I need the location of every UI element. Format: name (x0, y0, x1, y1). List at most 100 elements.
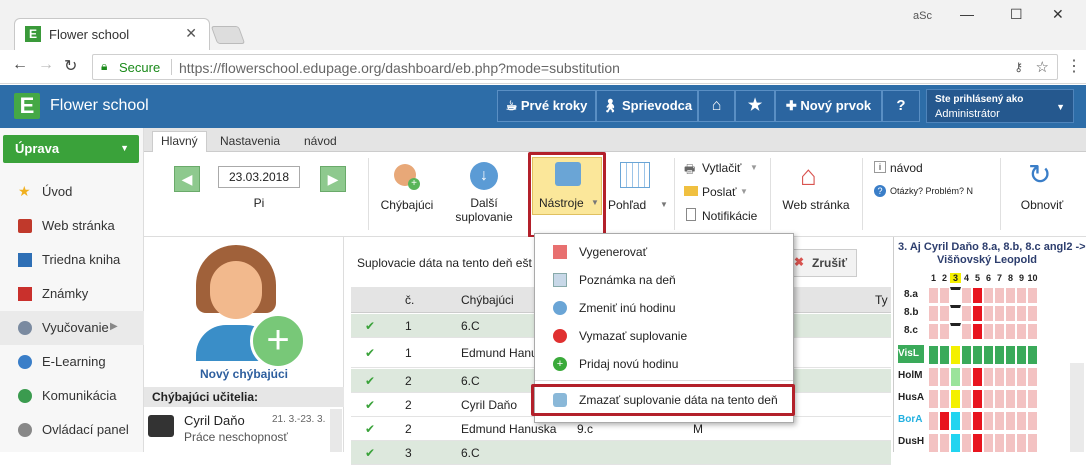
timetable-cell[interactable] (983, 433, 994, 453)
guide-link[interactable]: i návod (874, 160, 974, 178)
timetable-cell[interactable] (994, 287, 1005, 304)
timetable-cell[interactable] (961, 305, 972, 322)
timetable-cell[interactable] (1016, 433, 1027, 453)
timetable-cell[interactable] (939, 367, 950, 387)
timetable-cell[interactable] (983, 305, 994, 322)
table-row[interactable]: ✔ 3 6.C (351, 441, 891, 465)
key-icon[interactable]: ⚷ (1014, 60, 1023, 74)
menu-item-change-lesson[interactable]: Zmeniť inú hodinu (535, 294, 793, 322)
menu-item-generate[interactable]: Vygenerovať (535, 238, 793, 266)
timetable-cell[interactable] (1016, 287, 1027, 304)
next-day-button[interactable]: ▶ (320, 166, 346, 192)
timetable-cell[interactable] (1016, 345, 1027, 365)
sidebar-item-control-panel[interactable]: Ovládací panel (0, 413, 144, 447)
timetable-cell[interactable] (939, 411, 950, 431)
timetable-cell[interactable] (1027, 287, 1038, 304)
timetable-cell[interactable] (972, 411, 983, 431)
url-field[interactable]: 🔒︎ Secure https://flowerschool.edupage.o… (92, 54, 1058, 80)
timetable-cell[interactable] (961, 367, 972, 387)
timetable-cell[interactable] (928, 389, 939, 409)
question-link[interactable]: ? Otázky? Problém? N (874, 184, 984, 200)
timetable-cell[interactable] (928, 367, 939, 387)
timetable-cell[interactable] (1005, 433, 1016, 453)
timetable-cell[interactable] (939, 433, 950, 453)
timetable-cell[interactable] (983, 367, 994, 387)
timetable-cell[interactable] (1016, 367, 1027, 387)
tab-guide[interactable]: návod (296, 132, 345, 150)
tab-main[interactable]: Hlavný (152, 131, 207, 153)
favorites-button[interactable]: ★ (735, 90, 775, 122)
notifications-button[interactable]: Notifikácie (684, 208, 764, 226)
home-button[interactable]: ⌂ (698, 90, 735, 122)
menu-item-day-note[interactable]: Poznámka na deň (535, 266, 793, 294)
reload-icon[interactable]: ↻ (64, 56, 77, 76)
bookmark-star-icon[interactable]: ☆ (1036, 58, 1049, 76)
sidebar-item-grades[interactable]: Známky (0, 277, 144, 311)
website-button[interactable]: ⌂ Web stránka (778, 160, 854, 230)
browser-menu-icon[interactable]: ⋮ (1066, 56, 1082, 76)
close-window-icon[interactable]: ✕ (1052, 6, 1064, 23)
profile-badge[interactable]: aSc (913, 10, 932, 22)
timetable-cell[interactable] (961, 411, 972, 431)
sidebar-item-intro[interactable]: ★ Úvod (0, 175, 144, 209)
timetable-cell[interactable] (972, 345, 983, 365)
timetable-cell[interactable] (928, 433, 939, 453)
timetable-cell[interactable] (950, 411, 961, 431)
timetable-cell[interactable] (950, 389, 961, 409)
timetable-cell[interactable] (961, 433, 972, 453)
timetable-cell[interactable] (1005, 323, 1016, 340)
timetable-cell[interactable] (939, 305, 950, 322)
timetable-cell[interactable] (1027, 433, 1038, 453)
timetable-cell[interactable] (961, 389, 972, 409)
timetable-cell[interactable] (961, 345, 972, 365)
timetable-cell[interactable] (1005, 345, 1016, 365)
new-item-button[interactable]: ✚ Nový prvok (775, 90, 882, 122)
timetable-cell[interactable] (928, 305, 939, 322)
next-substitution-button[interactable]: ↓ Další suplovanie (446, 160, 522, 230)
first-steps-button[interactable]: ☕︎ Prvé kroky (497, 90, 596, 122)
timetable-cell[interactable] (950, 367, 961, 387)
new-absent-label[interactable]: Nový chýbajúci (144, 367, 344, 381)
timetable-cell[interactable] (994, 305, 1005, 322)
timetable-cell[interactable] (1016, 389, 1027, 409)
timetable-cell[interactable] (928, 323, 939, 340)
timetable-cell[interactable] (994, 411, 1005, 431)
sidebar-item-website[interactable]: Web stránka (0, 209, 144, 243)
help-button[interactable]: ? (882, 90, 920, 122)
absent-button[interactable]: + Chýbajúci (380, 160, 434, 230)
timetable-cell[interactable] (972, 433, 983, 453)
timetable-cell[interactable] (928, 345, 939, 365)
timetable-cell[interactable] (972, 287, 983, 304)
timetable-cell[interactable] (972, 389, 983, 409)
sidebar-item-classbook[interactable]: Triedna kniha (0, 243, 144, 277)
scrollbar[interactable] (330, 409, 342, 452)
sidebar-item-elearning[interactable]: E-Learning (0, 345, 144, 379)
timetable-cell[interactable] (983, 411, 994, 431)
timetable-cell[interactable] (972, 367, 983, 387)
timetable-cell[interactable] (939, 345, 950, 365)
timetable-cell[interactable] (950, 305, 961, 322)
timetable-cell[interactable] (1005, 367, 1016, 387)
sidebar-item-teaching[interactable]: Vyučovanie ▶ (0, 311, 144, 345)
new-tab-button[interactable] (210, 26, 246, 44)
app-name[interactable]: Flower school (50, 97, 149, 115)
login-dropdown[interactable]: Ste prihlásený ako Administrátor ▼ (926, 89, 1074, 123)
timetable-cell[interactable] (983, 345, 994, 365)
timetable-cell[interactable] (983, 323, 994, 340)
send-button[interactable]: Poslať ▼ (684, 184, 764, 202)
prev-day-button[interactable]: ◀ (174, 166, 200, 192)
timetable-cell[interactable] (972, 305, 983, 322)
timetable-cell[interactable] (950, 433, 961, 453)
timetable-cell[interactable] (1005, 305, 1016, 322)
timetable-cell[interactable] (928, 411, 939, 431)
timetable-cell[interactable] (1016, 323, 1027, 340)
timetable-cell[interactable] (939, 323, 950, 340)
new-absent-button[interactable]: + (196, 245, 306, 369)
edupage-logo-icon[interactable]: E (14, 93, 40, 119)
forward-icon[interactable]: → (38, 56, 54, 74)
timetable-cell[interactable] (994, 345, 1005, 365)
minimize-icon[interactable]: — (960, 6, 974, 22)
timetable-cell[interactable] (1005, 287, 1016, 304)
back-icon[interactable]: ← (12, 56, 28, 74)
timetable-cell[interactable] (994, 323, 1005, 340)
